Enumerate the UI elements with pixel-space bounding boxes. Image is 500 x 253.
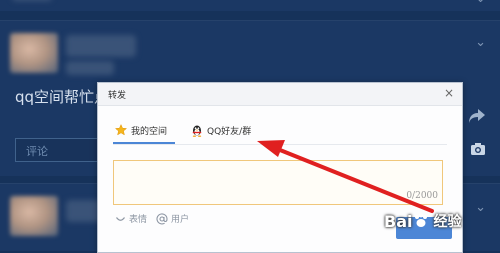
share-icon[interactable]	[468, 108, 486, 124]
emoji-button[interactable]: 表情	[115, 212, 147, 225]
emoji-label: 表情	[129, 215, 148, 225]
avatar[interactable]	[10, 33, 58, 73]
camera-icon[interactable]	[470, 142, 486, 156]
dialog-title: 转发	[108, 91, 127, 101]
mention-user-button[interactable]: 用户	[156, 212, 189, 225]
feed-card-top: ⌄	[0, 0, 500, 11]
watermark-text: Bai	[384, 211, 413, 231]
post-title: qq空间帮忙点	[15, 88, 110, 106]
comment-placeholder: 评论	[26, 145, 48, 158]
baidu-watermark: Bai 经验	[384, 201, 496, 241]
chevron-down-icon[interactable]: ⌄	[475, 0, 486, 6]
watermark-suffix: 经验	[433, 214, 462, 230]
tab-label: 我的空间	[131, 126, 168, 137]
dialog-header: 转发 ×	[98, 83, 462, 106]
tab-label: QQ好友/群	[207, 126, 252, 137]
tab-my-space[interactable]: 我的空间	[115, 123, 167, 137]
smiley-icon	[116, 217, 125, 221]
paw-icon	[415, 213, 428, 227]
mention-label: 用户	[171, 215, 190, 225]
blurred-author	[12, 0, 52, 1]
close-icon[interactable]: ×	[444, 86, 454, 100]
at-icon	[156, 212, 168, 224]
tabs-divider	[113, 144, 447, 145]
blurred-timestamp	[66, 61, 114, 75]
blurred-author-name	[66, 35, 136, 57]
forward-message-textarea[interactable]: 0/2000	[113, 160, 443, 205]
star-icon	[115, 124, 127, 136]
tab-qq-friends[interactable]: QQ好友/群	[191, 123, 251, 137]
avatar[interactable]	[10, 196, 58, 236]
qq-penguin-icon	[192, 125, 202, 137]
char-counter: 0/2000	[406, 191, 438, 201]
chevron-down-icon[interactable]: ⌄	[475, 35, 486, 50]
